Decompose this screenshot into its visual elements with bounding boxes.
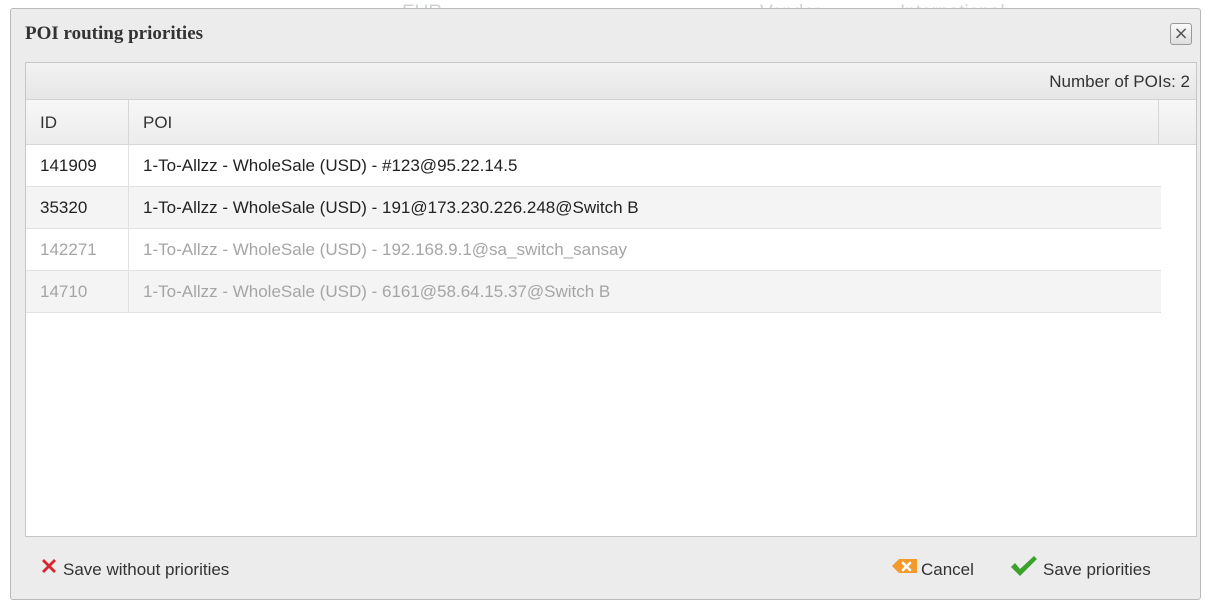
- table-row[interactable]: 141909 1-To-Allzz - WholeSale (USD) - #1…: [26, 145, 1161, 187]
- save-without-priorities-button[interactable]: Save without priorities: [39, 557, 229, 583]
- red-x-icon: [39, 556, 59, 584]
- dialog-title: POI routing priorities: [25, 23, 204, 44]
- save-priorities-label: Save priorities: [1043, 560, 1151, 579]
- table-row[interactable]: 142271 1-To-Allzz - WholeSale (USD) - 19…: [26, 229, 1161, 271]
- cancel-button[interactable]: Cancel: [891, 557, 974, 583]
- table-header: ID POI: [26, 100, 1196, 145]
- row-id: 35320: [26, 187, 129, 229]
- orange-cancel-icon: [891, 556, 919, 584]
- save-priorities-button[interactable]: Save priorities: [1009, 554, 1151, 586]
- poi-count: Number of POIs: 2: [26, 63, 1196, 100]
- green-check-icon: [1009, 554, 1039, 586]
- row-id: 14710: [26, 271, 129, 313]
- row-poi: 1-To-Allzz - WholeSale (USD) - 192.168.9…: [143, 240, 628, 259]
- save-without-priorities-label: Save without priorities: [63, 560, 230, 579]
- table-row[interactable]: 14710 1-To-Allzz - WholeSale (USD) - 616…: [26, 271, 1161, 313]
- column-header-poi[interactable]: POI: [129, 100, 1159, 144]
- poi-rows: 141909 1-To-Allzz - WholeSale (USD) - #1…: [26, 145, 1161, 313]
- row-poi: 1-To-Allzz - WholeSale (USD) - 6161@58.6…: [143, 282, 611, 301]
- row-poi: 1-To-Allzz - WholeSale (USD) - 191@173.2…: [143, 198, 639, 217]
- close-button[interactable]: ×: [1170, 23, 1192, 45]
- cancel-label: Cancel: [921, 560, 974, 579]
- row-id: 142271: [26, 229, 129, 271]
- dialog-footer: Save without priorities Cancel Save prio…: [11, 543, 1200, 595]
- table-row[interactable]: 35320 1-To-Allzz - WholeSale (USD) - 191…: [26, 187, 1161, 229]
- poi-table-panel: Number of POIs: 2 ID POI 141909 1-To-All…: [25, 62, 1197, 537]
- row-id: 141909: [26, 145, 129, 187]
- close-icon: ×: [1173, 23, 1189, 44]
- poi-routing-dialog: POI routing priorities × Number of POIs:…: [10, 8, 1201, 600]
- row-poi: 1-To-Allzz - WholeSale (USD) - #123@95.2…: [143, 156, 518, 175]
- column-header-id[interactable]: ID: [26, 100, 129, 144]
